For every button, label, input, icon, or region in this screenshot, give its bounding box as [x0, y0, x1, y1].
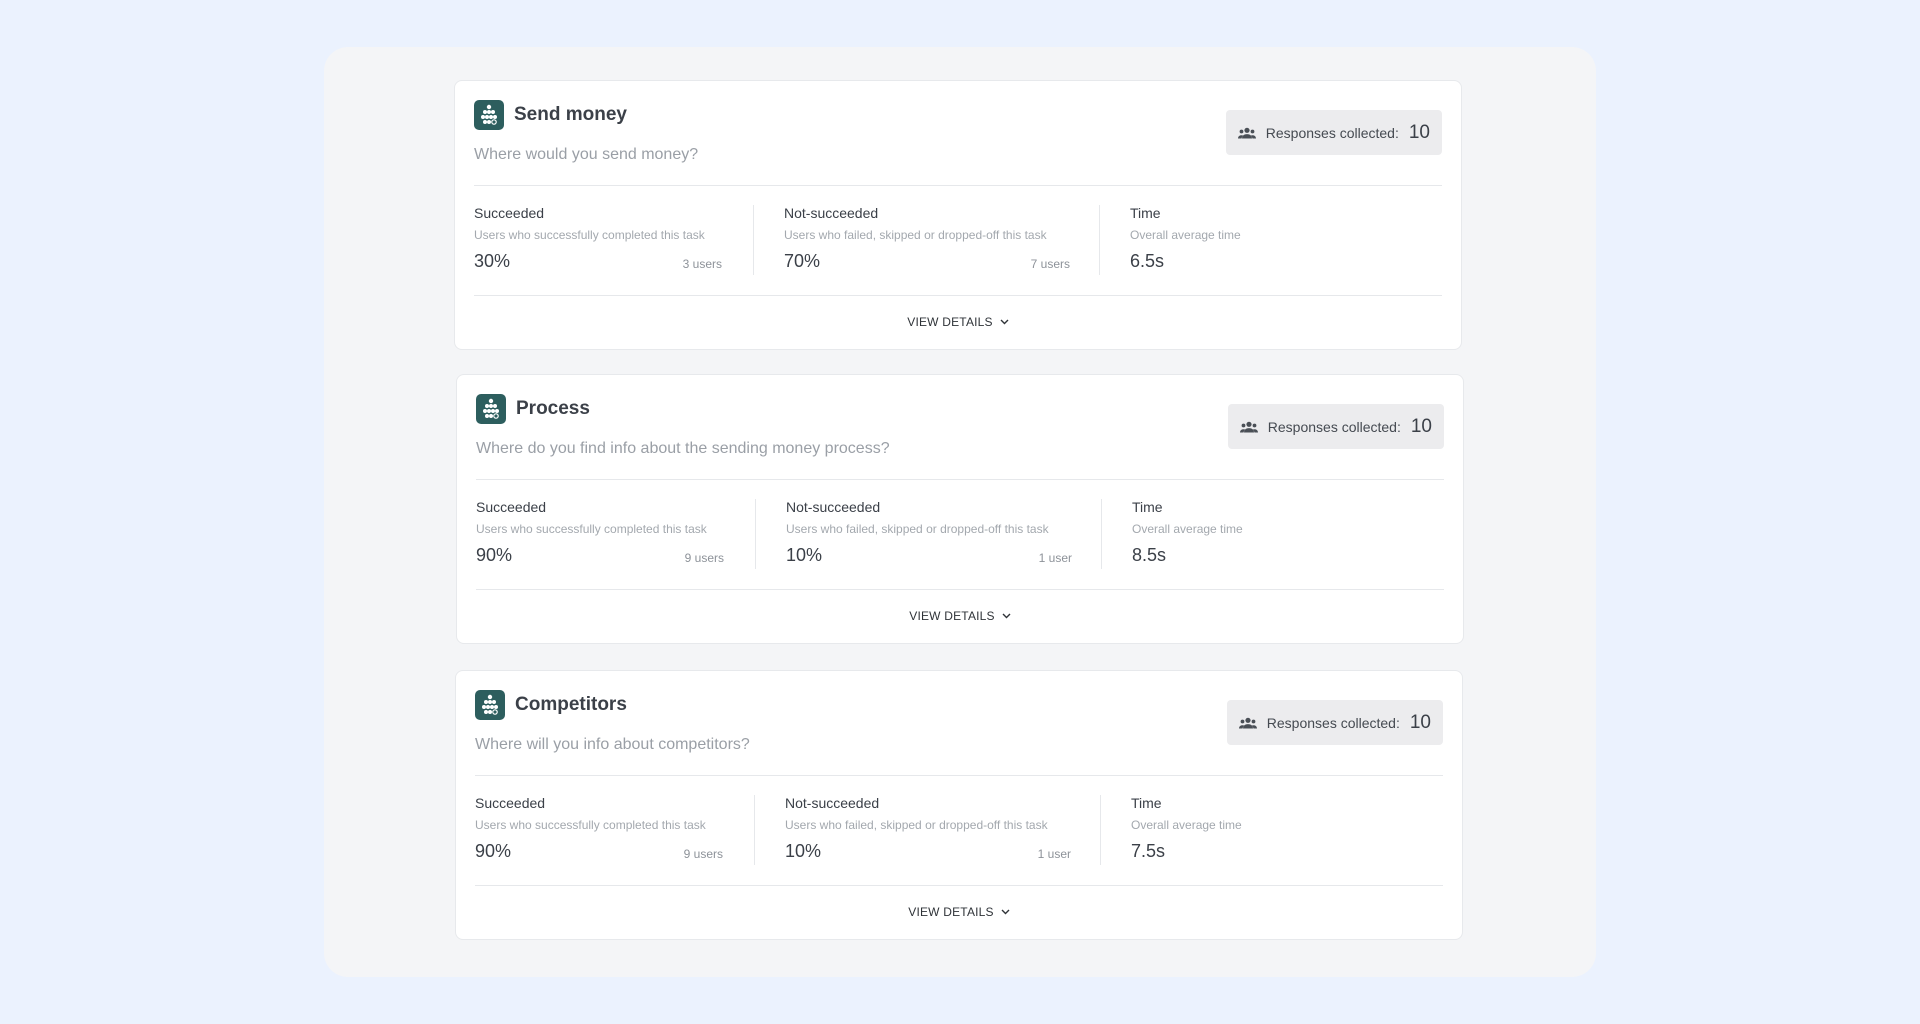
stat-users: 1 user [1038, 551, 1072, 565]
divider [474, 295, 1442, 296]
view-details-button[interactable]: VIEW DETAILS [475, 905, 1443, 919]
task-title: Process [516, 398, 590, 419]
view-details-label: VIEW DETAILS [909, 609, 995, 623]
stat-time: Time Overall average time 8.5s [1132, 499, 1332, 571]
divider [1101, 499, 1102, 569]
stat-succeeded: Succeeded Users who successfully complet… [474, 205, 722, 277]
task-card: Competitors Where will you info about co… [455, 670, 1463, 940]
stat-title: Time [1132, 499, 1163, 515]
stat-time: Time Overall average time 6.5s [1130, 205, 1330, 277]
stat-value: 70% [784, 251, 821, 271]
task-card: Process Where do you find info about the… [456, 374, 1464, 644]
stat-title: Succeeded [475, 795, 546, 811]
stat-value: 10% [786, 545, 823, 565]
divider [1100, 795, 1101, 865]
divider [474, 185, 1442, 186]
divider [754, 795, 755, 865]
divider [475, 885, 1443, 886]
stat-title: Not-succeeded [785, 795, 880, 811]
tree-test-icon [474, 100, 504, 130]
divider [476, 479, 1444, 480]
task-title: Competitors [515, 694, 627, 715]
responses-badge: Responses collected: 10 [1227, 404, 1444, 449]
responses-count: 10 [1408, 121, 1430, 143]
responses-badge: Responses collected: 10 [1226, 700, 1443, 745]
stat-value: 90% [475, 841, 512, 861]
stat-not-succeeded: Not-succeeded Users who failed, skipped … [785, 795, 1071, 867]
people-icon [1237, 127, 1256, 138]
stat-value: 6.5s [1130, 251, 1165, 271]
divider [476, 589, 1444, 590]
divider [475, 775, 1443, 776]
stat-value: 7.5s [1131, 841, 1166, 861]
divider [753, 205, 754, 275]
stat-value: 30% [474, 251, 511, 271]
view-details-button[interactable]: VIEW DETAILS [474, 315, 1442, 329]
stat-time: Time Overall average time 7.5s [1131, 795, 1331, 867]
people-icon [1238, 717, 1257, 728]
stat-not-succeeded: Not-succeeded Users who failed, skipped … [786, 499, 1072, 571]
stat-users: 1 user [1037, 847, 1071, 861]
stat-description: Overall average time [1130, 228, 1241, 242]
chevron-down-icon [1000, 319, 1009, 325]
stat-succeeded: Succeeded Users who successfully complet… [476, 499, 724, 571]
stat-succeeded: Succeeded Users who successfully complet… [475, 795, 723, 867]
tree-test-icon [476, 394, 506, 424]
stat-title: Not-succeeded [784, 205, 879, 221]
stat-not-succeeded: Not-succeeded Users who failed, skipped … [784, 205, 1070, 277]
view-details-button[interactable]: VIEW DETAILS [476, 609, 1444, 623]
responses-badge: Responses collected: 10 [1225, 110, 1442, 155]
divider [1099, 205, 1100, 275]
task-question: Where will you info about competitors? [475, 736, 750, 753]
stat-users: 9 users [683, 847, 723, 861]
stat-value: 90% [476, 545, 513, 565]
stat-description: Users who failed, skipped or dropped-off… [784, 228, 1047, 242]
task-question: Where do you find info about the sending… [476, 440, 890, 457]
stat-description: Users who successfully completed this ta… [474, 228, 705, 242]
task-card: Send money Where would you send money? R… [454, 80, 1462, 350]
stat-users: 7 users [1030, 257, 1070, 271]
stat-title: Not-succeeded [786, 499, 881, 515]
responses-label: Responses collected: [1265, 124, 1399, 141]
chevron-down-icon [1001, 909, 1010, 915]
responses-label: Responses collected: [1267, 418, 1401, 435]
task-question: Where would you send money? [474, 146, 699, 163]
stat-users: 3 users [682, 257, 722, 271]
stat-description: Users who failed, skipped or dropped-off… [785, 818, 1048, 832]
responses-count: 10 [1410, 415, 1432, 437]
tasks-panel: Send money Where would you send money? R… [324, 47, 1596, 977]
stat-value: 8.5s [1132, 545, 1167, 565]
view-details-label: VIEW DETAILS [907, 315, 993, 329]
stat-description: Overall average time [1131, 818, 1242, 832]
tree-test-icon [475, 690, 505, 720]
stat-description: Users who successfully completed this ta… [475, 818, 706, 832]
view-details-label: VIEW DETAILS [908, 905, 994, 919]
stat-title: Time [1130, 205, 1161, 221]
stat-description: Users who failed, skipped or dropped-off… [786, 522, 1049, 536]
chevron-down-icon [1002, 613, 1011, 619]
people-icon [1239, 421, 1258, 432]
stat-users: 9 users [684, 551, 724, 565]
task-title: Send money [514, 104, 627, 125]
divider [755, 499, 756, 569]
stat-title: Succeeded [476, 499, 547, 515]
stat-title: Succeeded [474, 205, 545, 221]
responses-count: 10 [1409, 711, 1431, 733]
stat-title: Time [1131, 795, 1162, 811]
stat-description: Users who successfully completed this ta… [476, 522, 707, 536]
responses-label: Responses collected: [1266, 714, 1400, 731]
stat-value: 10% [785, 841, 822, 861]
stat-description: Overall average time [1132, 522, 1243, 536]
